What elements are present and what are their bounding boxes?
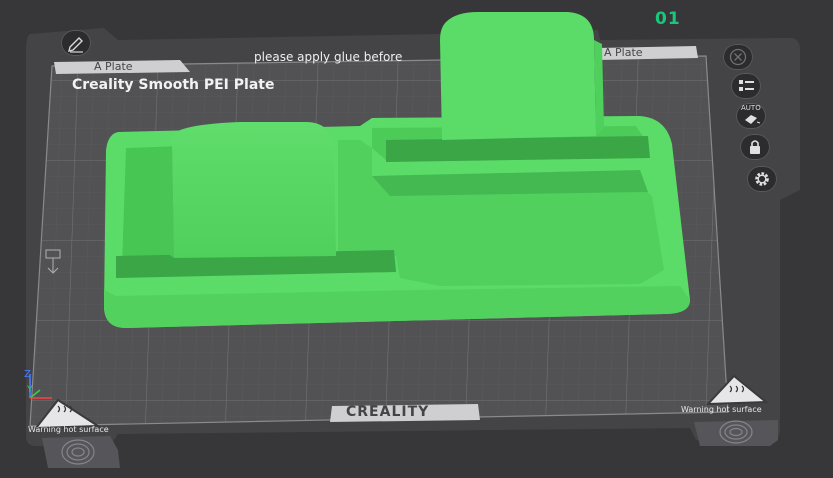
arrange-list-icon <box>739 80 754 91</box>
plate-settings-button[interactable] <box>747 166 777 192</box>
axis-y-label: Y <box>27 385 33 395</box>
plate-tab-right-label: A Plate <box>604 46 643 59</box>
gear-icon <box>755 172 769 186</box>
orient-icon <box>745 115 761 124</box>
pencil-icon <box>68 37 83 53</box>
delete-plate-button[interactable] <box>723 44 753 70</box>
auto-orient-button[interactable]: AUTO <box>736 103 766 129</box>
plate-number: 01 <box>655 9 681 29</box>
plate-tab-left-label: A Plate <box>94 60 133 73</box>
edit-plate-button[interactable] <box>61 30 91 56</box>
lock-plate-button[interactable] <box>740 134 770 160</box>
axis-z-label: Z <box>24 369 31 380</box>
arrange-button[interactable] <box>731 73 761 99</box>
glue-notice: please apply glue before <box>254 50 403 64</box>
fingerprint-pad-left <box>42 436 120 468</box>
left-upright-block <box>172 122 336 258</box>
warning-label-left: Warning hot surface <box>28 425 109 434</box>
plate-name-label: Creality Smooth PEI Plate <box>72 77 275 93</box>
close-icon <box>729 48 747 66</box>
ledge-upper <box>386 136 650 162</box>
brand-logo: CREALITY <box>346 404 430 420</box>
right-upright-block <box>440 12 596 140</box>
fingerprint-pad-right <box>694 420 778 446</box>
lock-icon <box>750 140 760 154</box>
warning-label-right: Warning hot surface <box>681 405 762 414</box>
